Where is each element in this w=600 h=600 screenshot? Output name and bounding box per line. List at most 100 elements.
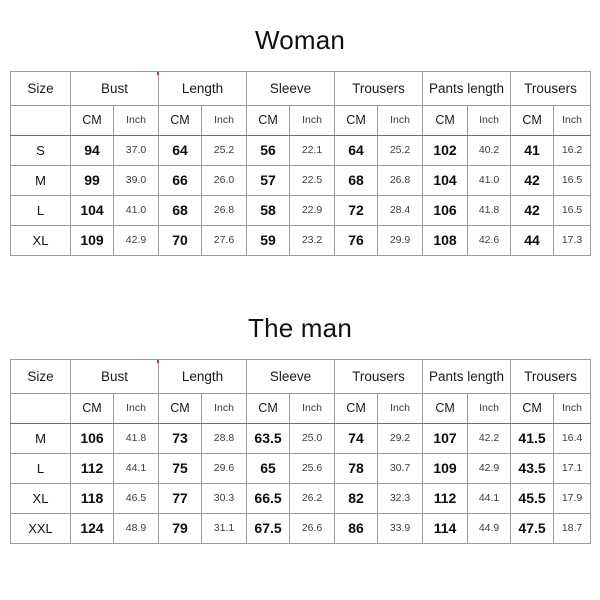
cell-trousers2-inch: 16.5 [553,164,592,196]
cell-sleeve-cm: 63.5 [246,422,291,454]
cell-length-inch: 26.0 [201,164,248,196]
row-size-label: L [10,452,71,484]
unit-header-pants-length-cm: CM [422,392,469,424]
group-header-bust: Bust [69,70,160,106]
cell-pants-length-cm: 106 [422,194,469,226]
size-table-man: Size Bust Length Sleeve Trousers Pants l… [10,358,592,544]
cell-trousers-cm: 68 [334,164,379,196]
cell-trousers-cm: 76 [334,224,379,256]
cell-length-cm: 64 [158,134,203,166]
cell-bust-inch: 41.0 [112,194,160,226]
cell-trousers2-inch: 17.9 [553,482,592,514]
cell-trousers2-inch: 16.2 [553,134,592,166]
cell-length-inch: 31.1 [201,512,248,544]
unit-header-length-cm: CM [158,104,203,136]
page-title-man: The man [247,313,352,343]
cell-pants-length-cm: 108 [422,224,469,256]
unit-header-sleeve-inch: Inch [289,104,336,136]
cell-bust-inch: 44.1 [112,452,160,484]
cell-trousers-inch: 30.7 [377,452,424,484]
group-header-length: Length [158,70,248,106]
unit-header-size-empty [10,392,71,424]
cell-trousers-inch: 26.8 [377,164,424,196]
unit-header-trousers-cm: CM [334,104,379,136]
unit-header-trousers-inch: Inch [377,392,424,424]
cell-pants-length-inch: 44.1 [467,482,512,514]
cell-sleeve-inch: 25.0 [289,422,336,454]
unit-header-sleeve-inch: Inch [289,392,336,424]
group-header-trousers-2: Trousers [510,358,592,394]
size-table-woman: Size Bust Length Sleeve Trousers Pants l… [10,70,592,256]
unit-header-trousers-inch: Inch [377,104,424,136]
unit-header-sleeve-cm: CM [246,392,291,424]
row-size-label: XL [10,224,71,256]
cell-pants-length-inch: 44.9 [467,512,512,544]
unit-header-trousers2-cm: CM [510,104,555,136]
cell-trousers2-cm: 43.5 [510,452,555,484]
cell-length-cm: 66 [158,164,203,196]
cell-trousers-cm: 82 [334,482,379,514]
cell-trousers-inch: 29.9 [377,224,424,256]
table-row: L 104 41.0 68 26.8 58 22.9 72 28.4 106 4… [10,194,592,226]
group-header-size: Size [10,358,71,394]
size-chart-page: Woman Size Bust Length Sleeve Trousers P… [0,0,600,600]
cell-pants-length-inch: 41.8 [467,194,512,226]
row-size-label: S [10,134,71,166]
cell-length-inch: 28.8 [201,422,248,454]
table-header-unit-row: CM Inch CM Inch CM Inch CM Inch CM Inch … [10,104,592,136]
cell-pants-length-inch: 42.2 [467,422,512,454]
unit-header-trousers2-inch: Inch [553,392,592,424]
cell-length-cm: 75 [158,452,203,484]
cell-trousers-cm: 86 [334,512,379,544]
cell-pants-length-cm: 114 [422,512,469,544]
row-size-label: M [10,422,71,454]
cell-sleeve-cm: 65 [246,452,291,484]
cell-bust-inch: 48.9 [112,512,160,544]
cell-length-cm: 70 [158,224,203,256]
cell-bust-cm: 106 [70,422,114,454]
unit-header-trousers2-inch: Inch [553,104,592,136]
group-header-bust: Bust [69,358,160,394]
group-header-sleeve: Sleeve [246,358,336,394]
unit-header-length-inch: Inch [201,104,248,136]
cell-trousers-inch: 28.4 [377,194,424,226]
unit-header-bust-cm: CM [70,104,114,136]
cell-pants-length-inch: 40.2 [467,134,512,166]
cell-sleeve-cm: 58 [246,194,291,226]
cell-trousers2-cm: 47.5 [510,512,555,544]
cell-trousers-inch: 29.2 [377,422,424,454]
group-header-size: Size [10,70,71,106]
cell-length-cm: 77 [158,482,203,514]
cell-trousers-inch: 25.2 [377,134,424,166]
cell-sleeve-cm: 56 [246,134,291,166]
unit-header-trousers-cm: CM [334,392,379,424]
row-size-label: M [10,164,71,196]
table-header-group-row: Size Bust Length Sleeve Trousers Pants l… [10,70,592,106]
cell-length-cm: 79 [158,512,203,544]
cell-trousers-cm: 74 [334,422,379,454]
table-header-group-row: Size Bust Length Sleeve Trousers Pants l… [10,358,592,394]
cell-length-inch: 25.2 [201,134,248,166]
table-wrapper-woman: Size Bust Length Sleeve Trousers Pants l… [10,55,592,256]
cell-length-cm: 73 [158,422,203,454]
cell-trousers2-inch: 16.4 [553,422,592,454]
cell-trousers-cm: 78 [334,452,379,484]
cell-sleeve-inch: 26.6 [289,512,336,544]
cell-trousers2-inch: 18.7 [553,512,592,544]
cell-pants-length-inch: 41.0 [467,164,512,196]
group-header-length: Length [158,358,248,394]
cell-bust-cm: 112 [70,452,114,484]
cell-bust-cm: 109 [70,224,114,256]
table-row: L 112 44.1 75 29.6 65 25.6 78 30.7 109 4… [10,452,592,484]
cell-pants-length-cm: 102 [422,134,469,166]
cell-trousers-inch: 33.9 [377,512,424,544]
cell-length-inch: 27.6 [201,224,248,256]
cell-bust-inch: 41.8 [112,422,160,454]
cell-sleeve-cm: 66.5 [246,482,291,514]
cell-pants-length-cm: 104 [422,164,469,196]
cell-trousers-inch: 32.3 [377,482,424,514]
cell-pants-length-cm: 112 [422,482,469,514]
cell-sleeve-cm: 59 [246,224,291,256]
cell-sleeve-inch: 22.1 [289,134,336,166]
cell-trousers2-cm: 44 [510,224,555,256]
